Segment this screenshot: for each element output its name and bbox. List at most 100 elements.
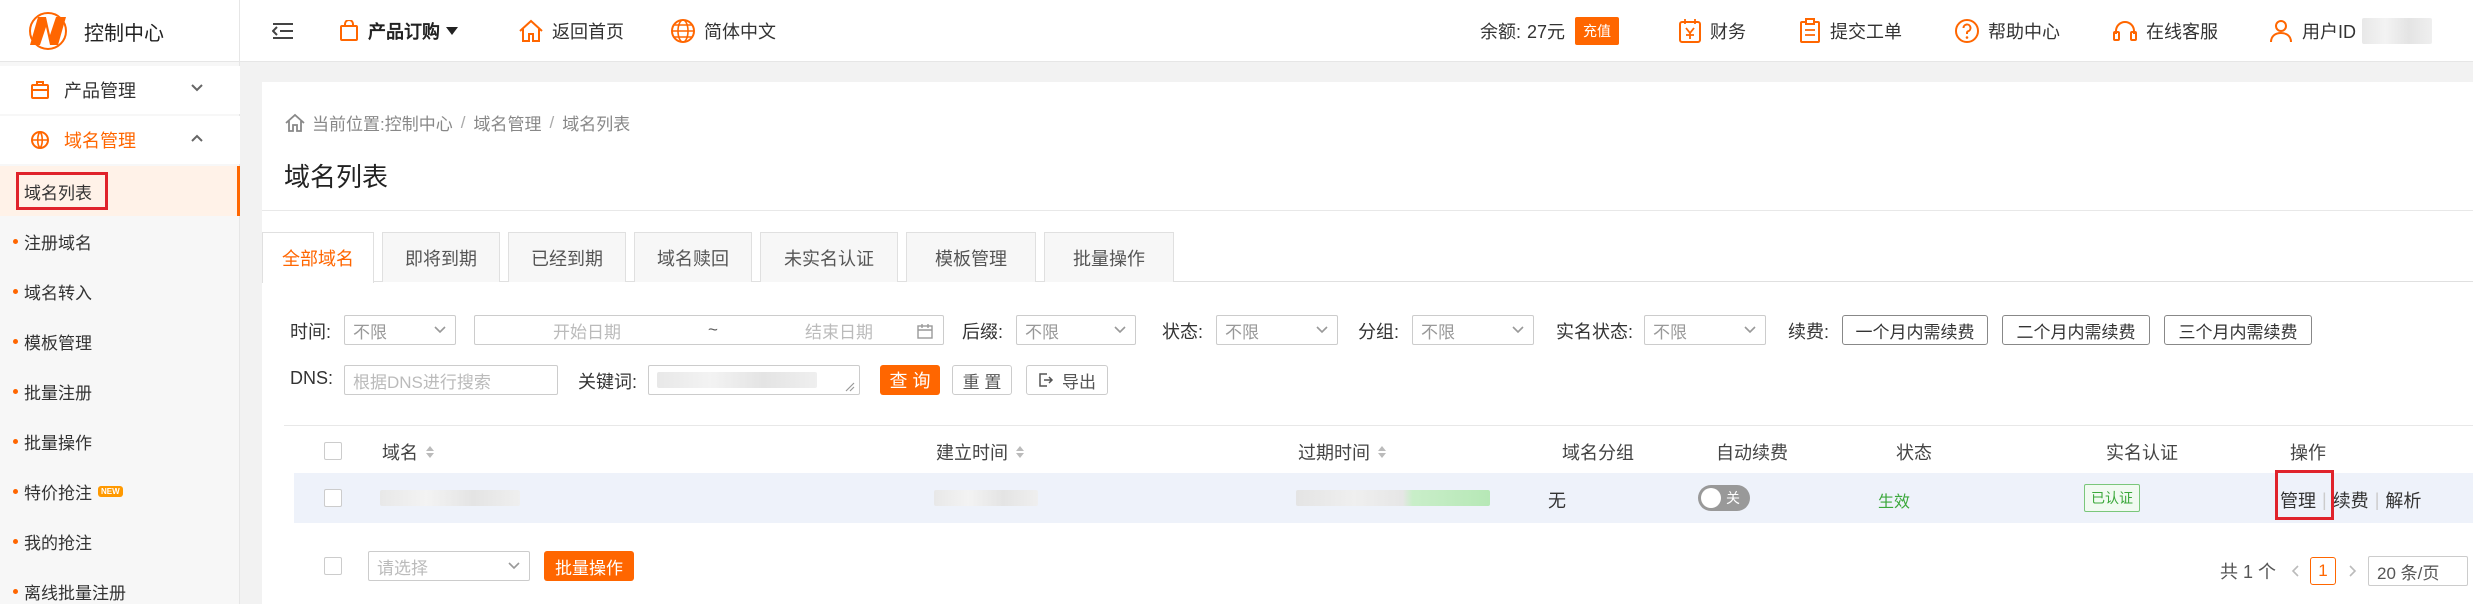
breadcrumb-item: 域名列表 xyxy=(562,115,631,134)
back-home-label: 返回首页 xyxy=(552,22,624,42)
submit-ticket-link[interactable]: 提交工单 xyxy=(1798,0,1902,62)
sidebar-item-label: 特价抢注 xyxy=(24,483,92,503)
chevron-down-icon xyxy=(508,562,520,570)
sidebar-item-label: 注册域名 xyxy=(24,233,92,253)
suffix-select[interactable]: 不限 xyxy=(1016,315,1136,345)
sidebar-group-domain[interactable]: 域名管理 xyxy=(0,116,240,164)
action-separator: | xyxy=(2374,489,2380,510)
col-status-label: 状态 xyxy=(1896,443,1932,463)
user-menu[interactable]: 用户ID xyxy=(2268,0,2432,62)
sidebar-item-label: 我的抢注 xyxy=(24,533,92,553)
col-realname: 实名认证 xyxy=(2106,439,2178,465)
chevron-left-icon[interactable] xyxy=(2290,564,2302,578)
sidebar-item-domain-transfer[interactable]: 域名转入 xyxy=(0,266,240,316)
language-label: 简体中文 xyxy=(704,22,776,42)
ticket-icon xyxy=(1800,18,1820,43)
product-order-label: 产品订购 xyxy=(368,22,440,42)
keyword-input[interactable] xyxy=(648,365,860,395)
sidebar-item-batch-operation[interactable]: 批量操作 xyxy=(0,416,240,466)
tab-label: 批量操作 xyxy=(1073,248,1145,269)
expires-time-redacted xyxy=(1296,490,1490,506)
sidebar-item-label: 离线批量注册 xyxy=(24,583,126,603)
sidebar-collapse-button[interactable] xyxy=(272,0,302,62)
sidebar-item-offline-batch-register[interactable]: 离线批量注册 xyxy=(0,566,240,604)
row-status: 生效 xyxy=(1878,494,1911,511)
logo-icon xyxy=(29,12,67,50)
footer-select-all-checkbox[interactable] xyxy=(324,557,342,575)
domain-name-redacted[interactable] xyxy=(380,490,520,506)
breadcrumb-item[interactable]: 域名管理 xyxy=(473,110,541,135)
menu-collapse-icon xyxy=(272,23,293,39)
renew-3-month-button[interactable]: 三个月内需续费 xyxy=(2164,315,2312,345)
batch-action-button[interactable]: 批量操作 xyxy=(544,551,634,581)
col-auto-renew: 自动续费 xyxy=(1716,439,1788,465)
reset-button[interactable]: 重 置 xyxy=(952,365,1012,395)
tab-all-domains[interactable]: 全部域名 xyxy=(262,232,374,283)
sidebar-group-product[interactable]: 产品管理 xyxy=(0,66,240,114)
query-button[interactable]: 查 询 xyxy=(880,365,940,395)
renew-2-month-button[interactable]: 二个月内需续费 xyxy=(2002,315,2150,345)
col-expires[interactable]: 过期时间 xyxy=(1298,439,1386,465)
time-select[interactable]: 不限 xyxy=(344,315,456,345)
globe-icon xyxy=(671,19,695,43)
tab-template-mgmt[interactable]: 模板管理 xyxy=(906,232,1036,282)
highlight-box-manage xyxy=(2275,470,2334,520)
help-center-link[interactable]: 帮助中心 xyxy=(1954,0,2060,62)
product-order-menu[interactable]: 产品订购 xyxy=(338,0,458,62)
renew-1-month-button[interactable]: 一个月内需续费 xyxy=(1842,315,1988,345)
language-switch[interactable]: 简体中文 xyxy=(670,0,776,62)
col-group-label: 域名分组 xyxy=(1562,443,1634,463)
tab-expired[interactable]: 已经到期 xyxy=(508,232,626,282)
divider xyxy=(262,210,2473,211)
breadcrumb-separator: / xyxy=(549,112,555,132)
col-created[interactable]: 建立时间 xyxy=(936,439,1024,465)
page-title: 域名列表 xyxy=(284,162,389,192)
breadcrumb-item[interactable]: 控制中心 xyxy=(385,110,453,135)
calendar-icon xyxy=(917,324,933,339)
dns-filter-label: DNS: xyxy=(290,368,334,388)
sidebar-item-my-snap[interactable]: 我的抢注 xyxy=(0,516,240,566)
renew-filter-label: 续费: xyxy=(1788,322,1830,342)
logo-area[interactable]: 控制中心 xyxy=(0,0,240,62)
col-domain[interactable]: 域名 xyxy=(382,439,434,465)
renew-1-month-label: 一个月内需续费 xyxy=(1855,322,1975,342)
toggle-knob xyxy=(1701,488,1721,508)
page-size-select[interactable]: 20 条/页 xyxy=(2368,556,2469,586)
date-range-picker[interactable]: 开始日期 ~ 结束日期 xyxy=(474,315,944,345)
online-service-link[interactable]: 在线客服 xyxy=(2112,0,2218,62)
row-checkbox[interactable] xyxy=(324,489,342,507)
group-select[interactable]: 不限 xyxy=(1412,315,1534,345)
tab-unverified[interactable]: 未实名认证 xyxy=(760,232,898,282)
auto-renew-toggle[interactable]: 关 xyxy=(1698,485,1750,511)
sidebar-item-label: 批量注册 xyxy=(24,383,92,403)
tab-redemption[interactable]: 域名赎回 xyxy=(634,232,752,282)
back-home-link[interactable]: 返回首页 xyxy=(518,0,624,62)
sort-icon xyxy=(426,446,434,458)
select-all-checkbox[interactable] xyxy=(324,442,342,460)
tab-batch-operation[interactable]: 批量操作 xyxy=(1044,232,1174,282)
sidebar-group-product-label: 产品管理 xyxy=(64,81,136,101)
sidebar-item-label: 域名转入 xyxy=(24,283,92,303)
group-select-value: 不限 xyxy=(1421,322,1455,342)
sidebar-item-batch-register[interactable]: 批量注册 xyxy=(0,366,240,416)
dns-search-input[interactable]: 根据DNS进行搜索 xyxy=(344,365,558,395)
breadcrumb-prefix: 当前位置: xyxy=(312,115,385,134)
realname-select[interactable]: 不限 xyxy=(1644,315,1766,345)
export-button[interactable]: 导出 xyxy=(1026,365,1108,395)
page-number-current[interactable]: 1 xyxy=(2310,557,2337,585)
sidebar-item-special-snap[interactable]: 特价抢注 NEW xyxy=(0,466,240,516)
page-size-value: 20 条/页 xyxy=(2377,563,2440,583)
sidebar-item-register-domain[interactable]: 注册域名 xyxy=(0,216,240,266)
resolve-link[interactable]: 解析 xyxy=(2385,487,2421,513)
tab-expiring-soon[interactable]: 即将到期 xyxy=(382,232,500,282)
batch-select[interactable]: 请选择 xyxy=(368,551,530,581)
finance-link[interactable]: 财务 xyxy=(1678,0,1746,62)
finance-label: 财务 xyxy=(1710,22,1746,42)
recharge-button[interactable]: 充值 xyxy=(1575,17,1620,45)
sidebar-item-label: 批量操作 xyxy=(24,433,92,453)
renew-link[interactable]: 续费 xyxy=(2333,487,2369,513)
headset-icon xyxy=(2113,21,2137,41)
status-select[interactable]: 不限 xyxy=(1216,315,1338,345)
chevron-right-icon[interactable] xyxy=(2346,564,2358,578)
sidebar-item-template-mgmt[interactable]: 模板管理 xyxy=(0,316,240,366)
